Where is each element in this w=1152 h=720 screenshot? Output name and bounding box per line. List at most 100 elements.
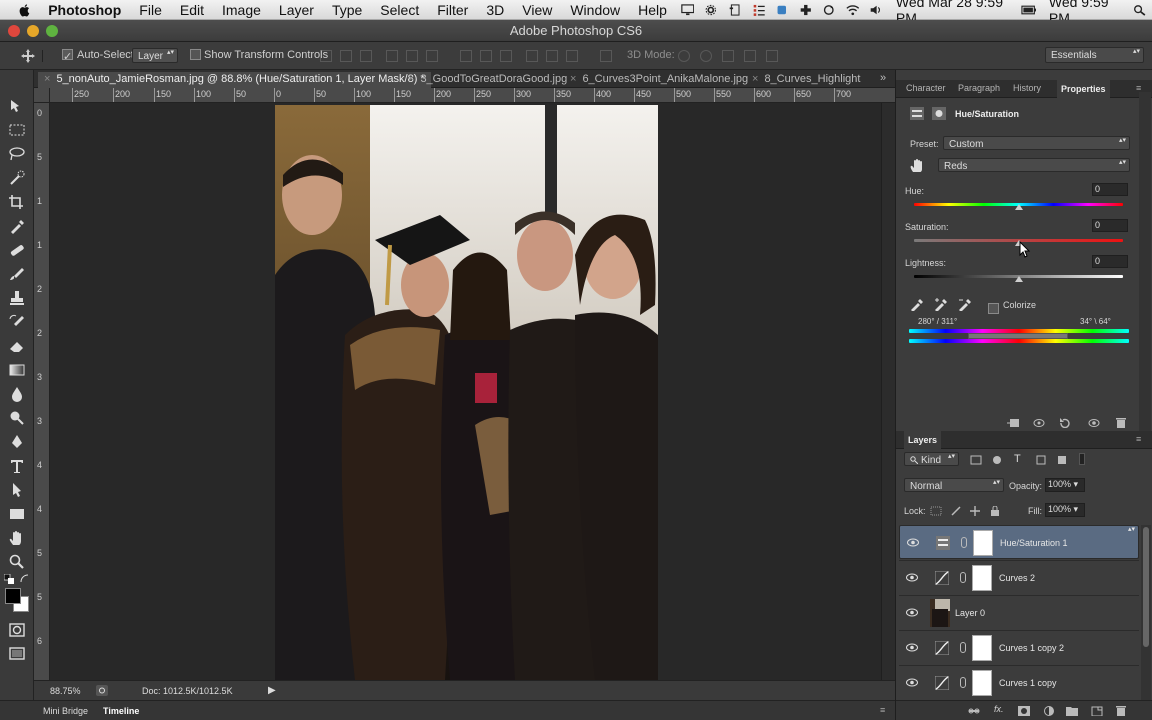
filter-adjustment-icon[interactable] [991, 455, 1003, 465]
menu-select[interactable]: Select [371, 2, 428, 18]
menu-view[interactable]: View [513, 2, 561, 18]
layer-visibility-eye-icon[interactable] [907, 538, 919, 547]
swap-colors-icon[interactable] [20, 574, 30, 584]
eyedropper-tool-icon[interactable] [8, 218, 26, 234]
sync-icon[interactable] [822, 3, 836, 17]
new-group-icon[interactable] [1066, 706, 1078, 716]
delete-adjustment-icon[interactable] [1115, 418, 1127, 428]
gradient-tool-icon[interactable] [8, 362, 26, 378]
healing-brush-tool-icon[interactable] [8, 242, 26, 258]
tab-character[interactable]: Character [906, 83, 946, 93]
opacity-input[interactable]: 100% ▾ [1045, 478, 1085, 492]
layer-visibility-eye-icon[interactable] [906, 573, 918, 582]
filter-toggle[interactable] [1079, 453, 1085, 465]
layer-mask-link-icon[interactable] [960, 642, 966, 653]
tab-timeline[interactable]: Timeline [103, 706, 139, 716]
layer-visibility-eye-icon[interactable] [906, 643, 918, 652]
layer-name[interactable]: Layer 0 [955, 608, 985, 618]
new-adjustment-layer-icon[interactable] [1043, 706, 1055, 716]
horizontal-ruler[interactable]: 250 200 150 100 50 0 50 100 150 200 250 300 350 400 45… [50, 88, 895, 103]
hand-tool-icon[interactable] [8, 530, 26, 546]
history-brush-tool-icon[interactable] [8, 314, 26, 330]
eyedropper-add-icon[interactable] [934, 297, 948, 311]
tab-layers[interactable]: Layers [904, 431, 942, 449]
filter-type-icon[interactable]: T [1014, 453, 1021, 465]
layer-mask-icon[interactable] [932, 107, 946, 120]
layer-row-curves-2[interactable]: Curves 2 [899, 560, 1139, 594]
quick-mask-icon[interactable] [8, 622, 26, 638]
tab-document-active[interactable]: × 5_nonAuto_JamieRosman.jpg @ 88.8% (Hue/… [38, 72, 431, 88]
lock-transparent-icon[interactable] [930, 506, 942, 516]
close-tab-icon[interactable]: × [408, 73, 414, 85]
tab-document[interactable]: × 3_GoodToGreatDoraGood.jpg [402, 72, 573, 88]
layer-mask-thumbnail[interactable] [973, 530, 993, 556]
layer-name[interactable]: Curves 1 copy 2 [999, 643, 1064, 653]
move-tool-icon[interactable] [8, 98, 26, 114]
link-layers-icon[interactable] [968, 706, 980, 716]
zoom-tool-icon[interactable] [8, 554, 26, 570]
menu-type[interactable]: Type [323, 2, 371, 18]
document-canvas[interactable] [50, 103, 881, 680]
layer-mask-link-icon[interactable] [960, 572, 966, 583]
plus-icon[interactable] [799, 3, 813, 17]
menu-image[interactable]: Image [213, 2, 270, 18]
auto-align-icon[interactable] [600, 50, 612, 62]
transform-controls-checkbox[interactable] [190, 49, 205, 61]
evernote-icon[interactable] [728, 3, 742, 17]
auto-select-dropdown[interactable]: Layer [132, 48, 178, 63]
clone-stamp-tool-icon[interactable] [8, 290, 26, 306]
layer-row-layer-0[interactable]: Layer 0 [899, 595, 1139, 629]
layers-scrollbar[interactable] [1141, 525, 1151, 700]
layer-mask-thumbnail[interactable] [972, 565, 992, 591]
3d-roll-icon[interactable] [700, 50, 712, 62]
tab-history[interactable]: History [1013, 83, 1041, 93]
menu-file[interactable]: File [130, 2, 171, 18]
properties-scrollbar[interactable] [1139, 92, 1151, 432]
eyedropper-subtract-icon[interactable] [958, 297, 972, 311]
distribute-top-icon[interactable] [460, 50, 472, 62]
distribute-vcenter-icon[interactable] [480, 50, 492, 62]
tab-document[interactable]: × 6_Curves3Point_AnikaMalone.jpg [564, 72, 754, 88]
blur-tool-icon[interactable] [8, 386, 26, 402]
battery-icon[interactable] [1021, 3, 1036, 17]
apple-icon[interactable] [18, 2, 32, 18]
filter-pixel-icon[interactable] [970, 455, 982, 465]
layer-row-hue-saturation-1[interactable]: Hue/Saturation 1 [899, 525, 1139, 559]
reset-icon[interactable] [1059, 418, 1071, 428]
blend-mode-dropdown[interactable]: Normal [904, 478, 1004, 492]
brush-tool-icon[interactable] [8, 266, 26, 282]
align-left-icon[interactable] [386, 50, 398, 62]
pen-tool-icon[interactable] [8, 434, 26, 450]
layer-name[interactable]: Curves 2 [999, 573, 1035, 583]
filter-smart-object-icon[interactable] [1056, 455, 1068, 465]
channel-dropdown[interactable]: Reds [938, 158, 1130, 172]
menu-3d[interactable]: 3D [477, 2, 513, 18]
filter-shape-icon[interactable] [1035, 455, 1047, 465]
foreground-color-swatch[interactable] [5, 588, 21, 604]
menu-layer[interactable]: Layer [270, 2, 323, 18]
align-right-icon[interactable] [426, 50, 438, 62]
hue-slider-thumb[interactable] [1015, 204, 1023, 210]
tab-mini-bridge[interactable]: Mini Bridge [43, 706, 88, 716]
layer-photo-thumbnail[interactable] [930, 599, 950, 627]
layer-row-curves-1-copy[interactable]: Curves 1 copy [899, 665, 1139, 699]
distribute-left-icon[interactable] [526, 50, 538, 62]
toggle-visibility-icon[interactable] [1088, 418, 1100, 428]
auto-select-checkbox[interactable]: ✓ [62, 49, 77, 63]
layer-name[interactable]: Curves 1 copy [999, 678, 1057, 688]
move-tool-preset-icon[interactable] [20, 49, 36, 63]
ruler-origin[interactable] [34, 88, 50, 103]
zoom-level[interactable]: 88.75% [50, 686, 81, 696]
wifi-icon[interactable] [846, 3, 860, 17]
lock-position-icon[interactable] [969, 506, 981, 516]
align-top-icon[interactable] [320, 50, 332, 62]
tab-document[interactable]: × 8_Curves_Highlight [746, 72, 866, 88]
lock-all-icon[interactable] [989, 506, 1001, 516]
new-layer-icon[interactable] [1091, 706, 1103, 716]
panel-menu-icon[interactable]: ≡ [1136, 434, 1141, 444]
tab-properties[interactable]: Properties [1057, 80, 1110, 98]
status-menu-arrow-icon[interactable]: ▶ [268, 685, 276, 696]
delete-layer-icon[interactable] [1115, 706, 1127, 716]
lasso-tool-icon[interactable] [8, 146, 26, 162]
spotlight-search-icon[interactable] [1133, 3, 1147, 17]
